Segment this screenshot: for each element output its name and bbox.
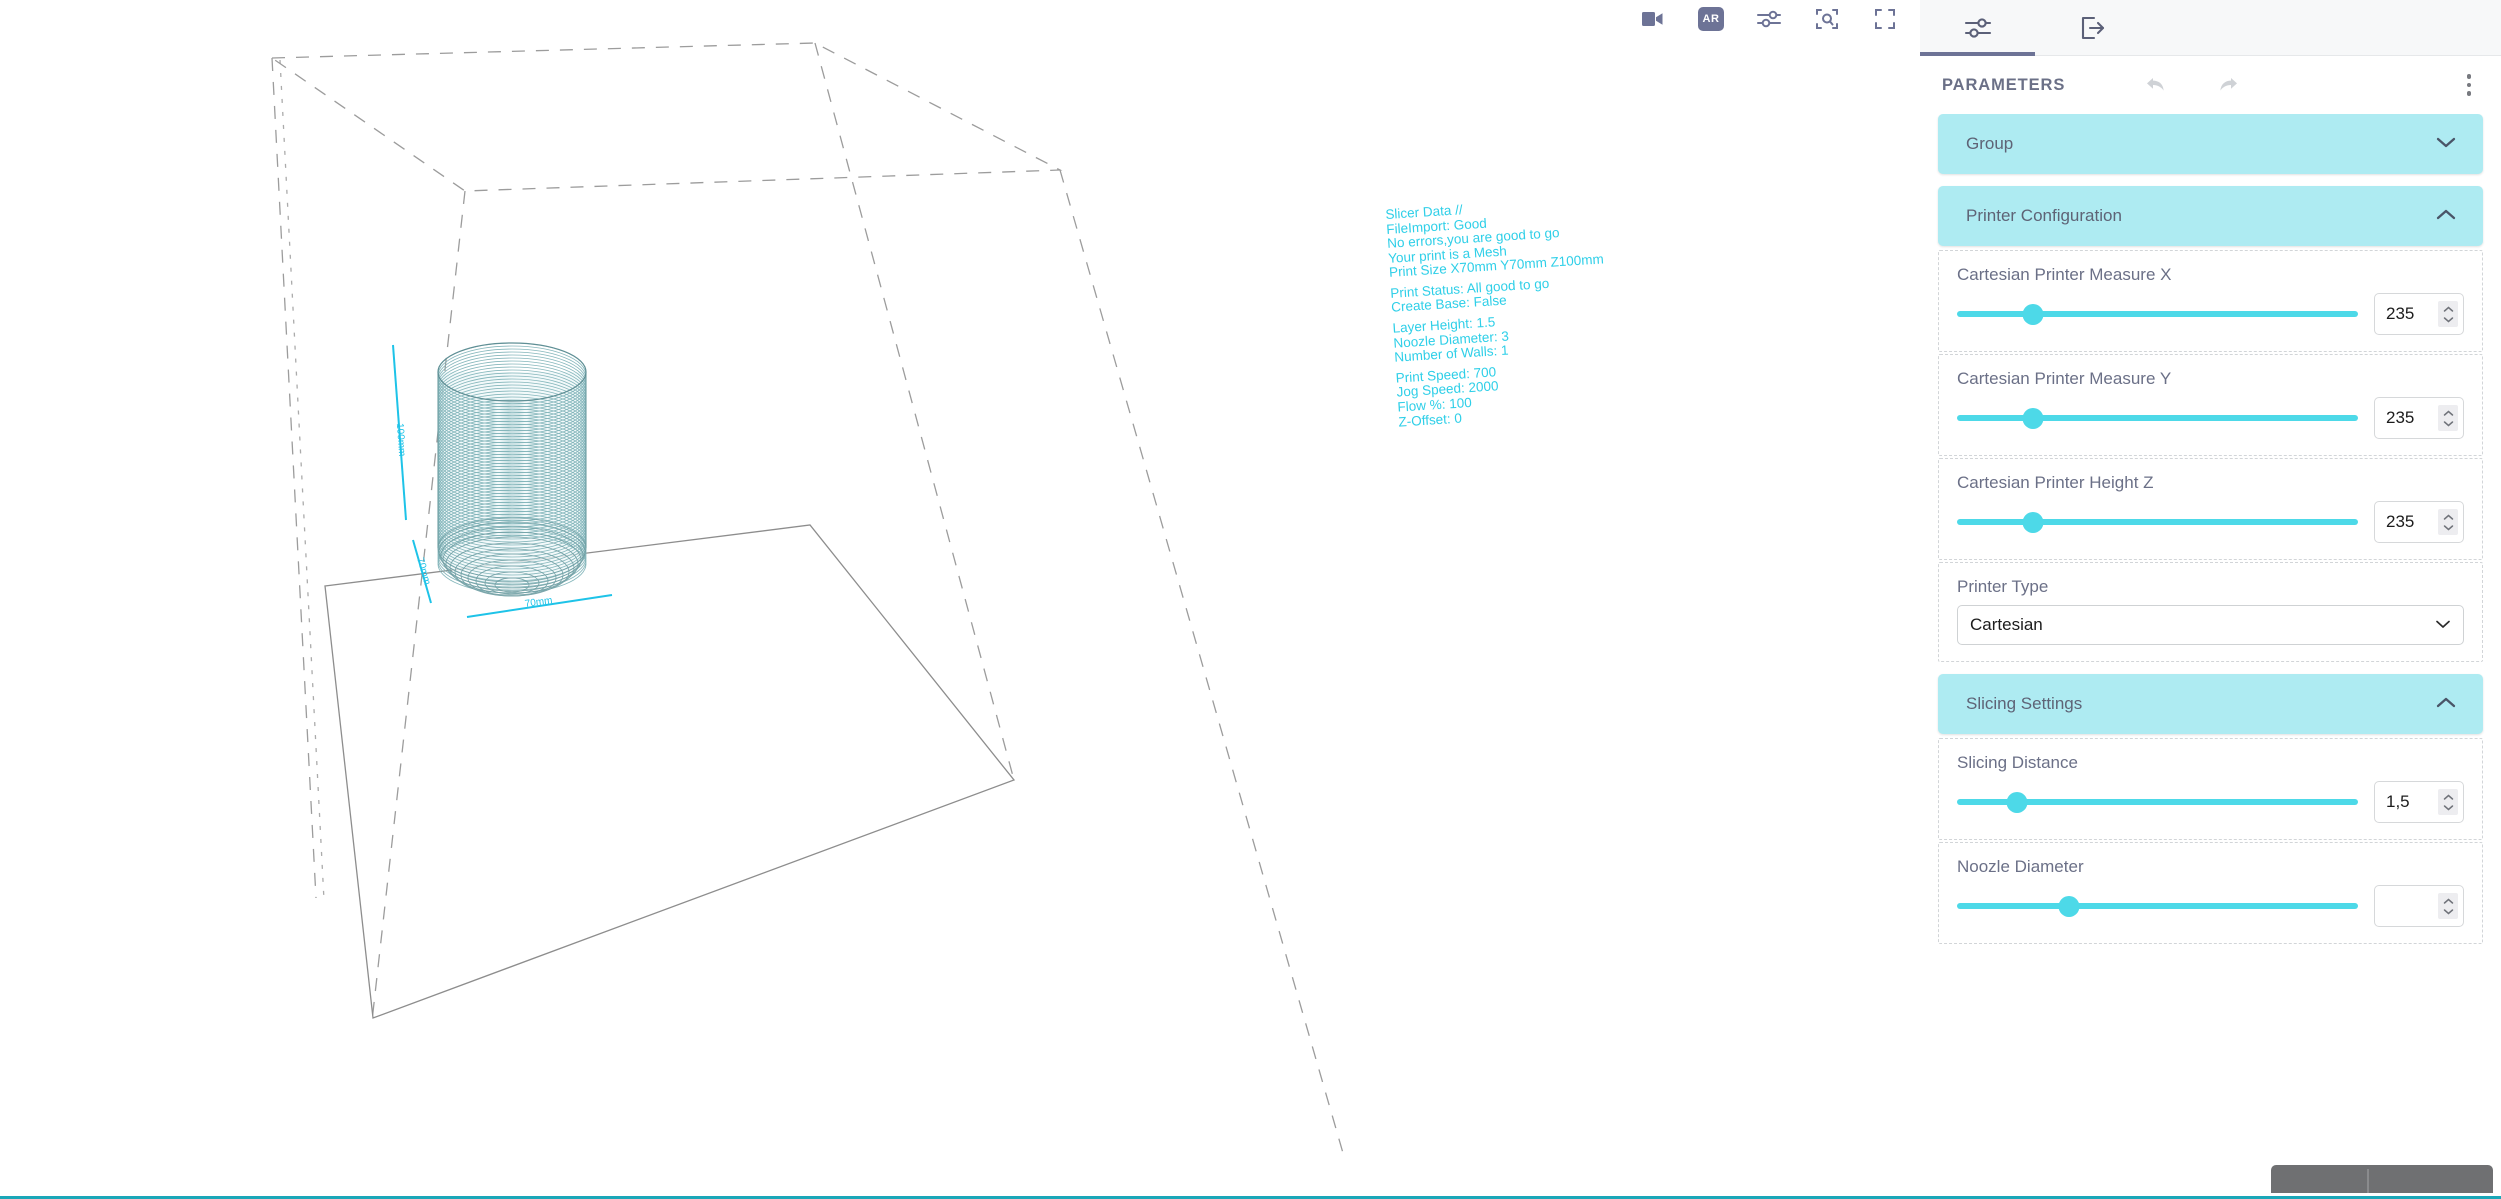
slider-track <box>1957 415 2358 421</box>
slider-thumb[interactable] <box>2058 895 2080 917</box>
spinner-noozle-diameter[interactable] <box>2438 893 2458 919</box>
spinner-slicing-distance[interactable] <box>2438 789 2458 815</box>
tab-parameters[interactable] <box>1920 0 2035 56</box>
ar-icon[interactable]: AR <box>1694 4 1728 34</box>
slider-track <box>1957 903 2358 909</box>
slider-thumb[interactable] <box>2006 791 2028 813</box>
number-input-height-z[interactable]: 235 <box>2374 501 2464 543</box>
fullscreen-icon[interactable] <box>1868 4 1902 34</box>
kebab-dot <box>2466 82 2471 88</box>
panel-scroll-area[interactable]: Group Printer Configuration Cartesian Pr… <box>1920 114 2501 1199</box>
sliced-cylinder-model <box>437 342 587 597</box>
number-value: 235 <box>2386 304 2415 323</box>
scene-svg: 100mm 70mm 70mm <box>269 42 1346 1161</box>
redo-button[interactable] <box>2211 70 2241 100</box>
section-body-slicing-settings: Slicing Distance 1,5 Noozle Diameter <box>1938 734 2483 944</box>
param-row-height-z: Cartesian Printer Height Z 235 <box>1938 458 2483 560</box>
number-input-measure-x[interactable]: 235 <box>2374 293 2464 335</box>
param-label: Printer Type <box>1957 577 2049 596</box>
slider-track <box>1957 519 2358 525</box>
tab-export[interactable] <box>2035 0 2150 56</box>
section-header-group[interactable]: Group <box>1938 114 2483 174</box>
section-label: Printer Configuration <box>1966 206 2122 225</box>
section-header-printer-configuration[interactable]: Printer Configuration <box>1938 186 2483 246</box>
undo-button[interactable] <box>2143 70 2173 100</box>
spinner-measure-y[interactable] <box>2438 405 2458 431</box>
zoom-scan-icon[interactable] <box>1810 4 1844 34</box>
number-value: 1,5 <box>2386 792 2410 811</box>
dimension-label-depth: 70mm <box>414 556 432 586</box>
param-label: Cartesian Printer Measure X <box>1957 265 2172 284</box>
slider-slicing-distance[interactable] <box>1957 787 2358 817</box>
build-plate <box>324 524 1016 1019</box>
slider-height-z[interactable] <box>1957 507 2358 537</box>
param-control <box>1957 885 2464 927</box>
printer-type-select[interactable]: Cartesian <box>1957 605 2464 645</box>
dimension-label-height: 100mm <box>394 423 407 457</box>
ar-badge-label: AR <box>1698 6 1724 31</box>
spinner-measure-x[interactable] <box>2438 301 2458 327</box>
param-label: Cartesian Printer Measure Y <box>1957 369 2172 388</box>
sliders-icon[interactable] <box>1752 4 1786 34</box>
chevron-down-icon <box>2435 616 2451 634</box>
slider-thumb[interactable] <box>2022 407 2044 429</box>
param-row-printer-type: Printer Type Cartesian <box>1938 562 2483 662</box>
param-control: 235 <box>1957 397 2464 439</box>
param-row-measure-x: Cartesian Printer Measure X 235 <box>1938 250 2483 352</box>
dimension-label-width: 70mm <box>524 595 553 610</box>
parameters-panel: PARAMETERS Group Printer Configuration C… <box>1920 0 2501 1199</box>
chevron-up-icon <box>2435 207 2457 226</box>
param-label: Slicing Distance <box>1957 753 2078 772</box>
panel-scrollbar-thumb[interactable] <box>2271 1165 2493 1193</box>
number-input-slicing-distance[interactable]: 1,5 <box>2374 781 2464 823</box>
panel-header: PARAMETERS <box>1920 56 2501 114</box>
kebab-dot <box>2466 74 2471 79</box>
number-input-measure-y[interactable]: 235 <box>2374 397 2464 439</box>
kebab-dot <box>2466 91 2471 96</box>
param-label: Noozle Diameter <box>1957 857 2084 876</box>
number-value: 235 <box>2386 408 2415 427</box>
slider-thumb[interactable] <box>2022 303 2044 325</box>
section-slicing-settings: Slicing Settings Slicing Distance 1,5 No… <box>1938 674 2483 944</box>
param-control: 1,5 <box>1957 781 2464 823</box>
video-camera-icon[interactable] <box>1636 4 1670 34</box>
section-label: Slicing Settings <box>1966 694 2083 713</box>
section-label: Group <box>1966 134 2014 153</box>
section-group: Group <box>1938 114 2483 174</box>
model-viewport[interactable]: 100mm 70mm 70mm Slicer Data // FileImpor… <box>0 0 1920 1199</box>
page-title: PARAMETERS <box>1942 75 2066 94</box>
param-label: Cartesian Printer Height Z <box>1957 473 2154 492</box>
slider-noozle-diameter[interactable] <box>1957 891 2358 921</box>
app-root: 100mm 70mm 70mm Slicer Data // FileImpor… <box>0 0 2501 1199</box>
more-options-button[interactable] <box>2459 70 2480 100</box>
number-value: 235 <box>2386 512 2415 531</box>
param-row-slicing-distance: Slicing Distance 1,5 <box>1938 738 2483 840</box>
param-row-noozle-diameter: Noozle Diameter <box>1938 842 2483 944</box>
param-row-measure-y: Cartesian Printer Measure Y 235 <box>1938 354 2483 456</box>
slider-track <box>1957 311 2358 317</box>
build-volume-wireframe <box>269 42 1346 1161</box>
section-printer-configuration: Printer Configuration Cartesian Printer … <box>1938 186 2483 662</box>
chevron-down-icon <box>2435 135 2457 154</box>
number-input-noozle-diameter[interactable] <box>2374 885 2464 927</box>
slider-measure-x[interactable] <box>1957 299 2358 329</box>
param-control: 235 <box>1957 293 2464 335</box>
header-actions <box>2143 70 2241 100</box>
slider-measure-y[interactable] <box>1957 403 2358 433</box>
section-body-printer-configuration: Cartesian Printer Measure X 235 Cartesia… <box>1938 246 2483 662</box>
panel-tab-bar <box>1920 0 2501 56</box>
viewport-toolbar: AR <box>1636 0 1920 37</box>
select-value: Cartesian <box>1970 615 2043 634</box>
chevron-up-icon <box>2435 695 2457 714</box>
section-header-slicing-settings[interactable]: Slicing Settings <box>1938 674 2483 734</box>
slider-thumb[interactable] <box>2022 511 2044 533</box>
spinner-height-z[interactable] <box>2438 509 2458 535</box>
param-control: 235 <box>1957 501 2464 543</box>
